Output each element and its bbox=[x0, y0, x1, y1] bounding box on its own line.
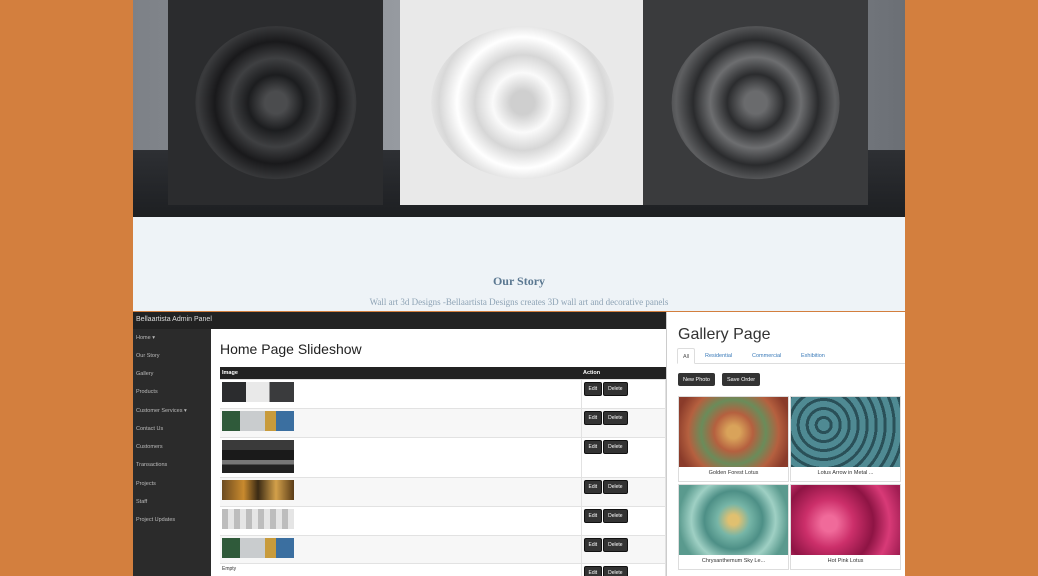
tab-residential[interactable]: Residential bbox=[700, 348, 737, 364]
gallery-item[interactable]: Lotus Arrow in Metal ... bbox=[790, 396, 901, 482]
sidebar-item-projects[interactable]: Projects bbox=[136, 481, 156, 487]
column-header-image: Image bbox=[220, 367, 581, 379]
gallery-item-image bbox=[679, 485, 788, 555]
sidebar-item-home[interactable]: Home ▾ bbox=[136, 335, 155, 341]
slide-thumbnail bbox=[222, 537, 294, 558]
sidebar-item-customer-services[interactable]: Customer Services ▾ bbox=[136, 408, 187, 414]
edit-button[interactable]: Edit bbox=[583, 565, 603, 576]
gallery-item-image bbox=[679, 397, 788, 467]
delete-button[interactable]: Delete bbox=[603, 439, 628, 454]
table-row: Edit Delete bbox=[220, 476, 666, 506]
delete-button[interactable]: Delete bbox=[603, 565, 628, 576]
gallery-item[interactable]: Golden Forest Lotus bbox=[678, 396, 789, 482]
sidebar-item-customers[interactable]: Customers bbox=[136, 444, 163, 450]
sidebar-item-project-updates[interactable]: Project Updates bbox=[136, 517, 175, 523]
slide-thumbnail bbox=[222, 439, 294, 473]
delete-button[interactable]: Delete bbox=[603, 537, 628, 552]
sidebar-item-contact-us[interactable]: Contact Us bbox=[136, 426, 163, 432]
admin-panel: Bellaartista Admin Panel Home ▾ Our Stor… bbox=[133, 312, 666, 576]
hero-image bbox=[133, 0, 905, 217]
table-row: Edit Delete bbox=[220, 505, 666, 535]
admin-title[interactable]: Bellaartista Admin Panel bbox=[133, 312, 666, 329]
gallery-title: Gallery Page bbox=[678, 326, 771, 343]
our-story-heading: Our Story bbox=[492, 274, 546, 288]
slide-thumbnail bbox=[222, 410, 294, 431]
tab-exhibition[interactable]: Exhibition bbox=[796, 348, 830, 364]
gallery-item-caption: Golden Forest Lotus bbox=[708, 470, 759, 476]
delete-button[interactable]: Delete bbox=[603, 381, 628, 396]
tab-all[interactable]: All bbox=[677, 348, 696, 364]
edit-button[interactable]: Edit bbox=[583, 410, 603, 425]
table-row: Edit Delete bbox=[220, 534, 666, 563]
gallery-item-caption: Hot Pink Lotus bbox=[827, 558, 864, 564]
sidebar-item-products[interactable]: Products bbox=[136, 389, 158, 395]
table-row: Edit Delete bbox=[220, 407, 666, 437]
sidebar-item-transactions[interactable]: Transactions bbox=[136, 462, 167, 468]
new-photo-button[interactable]: New Photo bbox=[678, 373, 715, 386]
white-panel-image bbox=[400, 0, 645, 205]
slide-thumbnail bbox=[222, 479, 294, 500]
page-title: Home Page Slideshow bbox=[220, 341, 362, 357]
save-order-button[interactable]: Save Order bbox=[722, 373, 761, 386]
edit-button[interactable]: Edit bbox=[583, 439, 603, 454]
gallery-tabs: All Residential Commercial Exhibition bbox=[677, 348, 905, 364]
slide-thumbnail bbox=[222, 381, 294, 402]
edit-button[interactable]: Edit bbox=[583, 479, 603, 494]
gallery-item-image bbox=[791, 485, 900, 555]
website-preview: Our Story Wall art 3d Designs -Bellaarti… bbox=[133, 0, 905, 311]
gallery-item[interactable]: Hot Pink Lotus bbox=[790, 484, 901, 570]
edit-button[interactable]: Edit bbox=[583, 508, 603, 523]
slide-thumbnail bbox=[222, 508, 294, 529]
delete-button[interactable]: Delete bbox=[603, 410, 628, 425]
main-content: Home Page Slideshow Image Action Edit Del… bbox=[211, 329, 666, 576]
black-panel-image bbox=[168, 0, 383, 205]
sidebar-item-staff[interactable]: Staff bbox=[136, 499, 147, 505]
table-row: Edit Delete bbox=[220, 436, 666, 477]
sidebar: Home ▾ Our Story Gallery Products Custom… bbox=[133, 329, 211, 576]
sidebar-item-gallery[interactable]: Gallery bbox=[136, 371, 153, 377]
delete-button[interactable]: Delete bbox=[603, 508, 628, 523]
gallery-panel: Gallery Page All Residential Commercial … bbox=[666, 312, 905, 576]
our-story-subtitle: Wall art 3d Designs -Bellaartista Design… bbox=[369, 297, 669, 307]
empty-label: Empty bbox=[222, 565, 237, 572]
gallery-item-caption: Lotus Arrow in Metal ... bbox=[817, 470, 874, 476]
slideshow-table: Image Action Edit Delete Edit Delete Edit D… bbox=[220, 367, 666, 576]
sidebar-item-our-story[interactable]: Our Story bbox=[136, 353, 160, 359]
gallery-item-caption: Chrysanthemum Sky Le... bbox=[701, 558, 766, 564]
edit-button[interactable]: Edit bbox=[583, 537, 603, 552]
grey-panel-image bbox=[643, 0, 868, 205]
column-header-action: Action bbox=[581, 367, 666, 379]
table-row: Empty Edit Delete bbox=[220, 562, 666, 576]
gallery-item-image bbox=[791, 397, 900, 467]
table-row: Edit Delete bbox=[220, 378, 666, 408]
gallery-item[interactable]: Chrysanthemum Sky Le... bbox=[678, 484, 789, 570]
edit-button[interactable]: Edit bbox=[583, 381, 603, 396]
tab-commercial[interactable]: Commercial bbox=[747, 348, 786, 364]
delete-button[interactable]: Delete bbox=[603, 479, 628, 494]
